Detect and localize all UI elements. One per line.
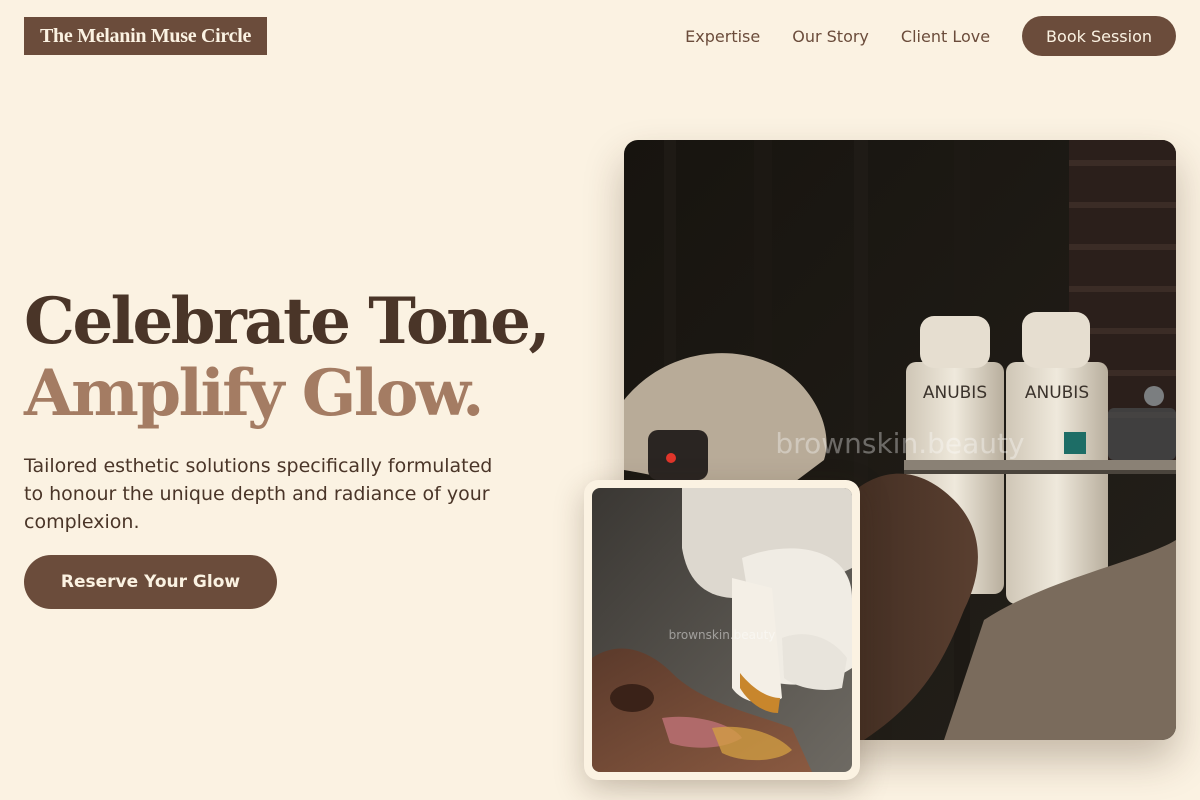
nav-link-client-love[interactable]: Client Love: [901, 27, 990, 46]
mask-application-photo: brownskin.beauty: [592, 488, 852, 772]
nav-link-expertise[interactable]: Expertise: [685, 27, 760, 46]
inset-photo-watermark: brownskin.beauty: [669, 628, 776, 642]
reserve-glow-button[interactable]: Reserve Your Glow: [24, 555, 277, 609]
nav-link-our-story[interactable]: Our Story: [792, 27, 869, 46]
book-session-button[interactable]: Book Session: [1022, 16, 1176, 56]
hero-title-line2: Amplify Glow.: [24, 356, 484, 431]
main-photo-watermark: brownskin.beauty: [775, 427, 1024, 460]
hero-title-line1: Celebrate Tone,: [24, 284, 551, 359]
mask-application-photo-frame: brownskin.beauty: [584, 480, 860, 780]
main-nav: Expertise Our Story Client Love Book Ses…: [685, 16, 1176, 56]
hero-subtitle: Tailored esthetic solutions specifically…: [24, 455, 493, 533]
hero-title: Celebrate Tone, Amplify Glow.: [24, 284, 551, 431]
bottle-brand-label: ANUBIS: [923, 383, 987, 403]
bottle-brand-label-2: ANUBIS: [1025, 383, 1089, 403]
site-logo[interactable]: The Melanin Muse Circle: [24, 17, 268, 55]
